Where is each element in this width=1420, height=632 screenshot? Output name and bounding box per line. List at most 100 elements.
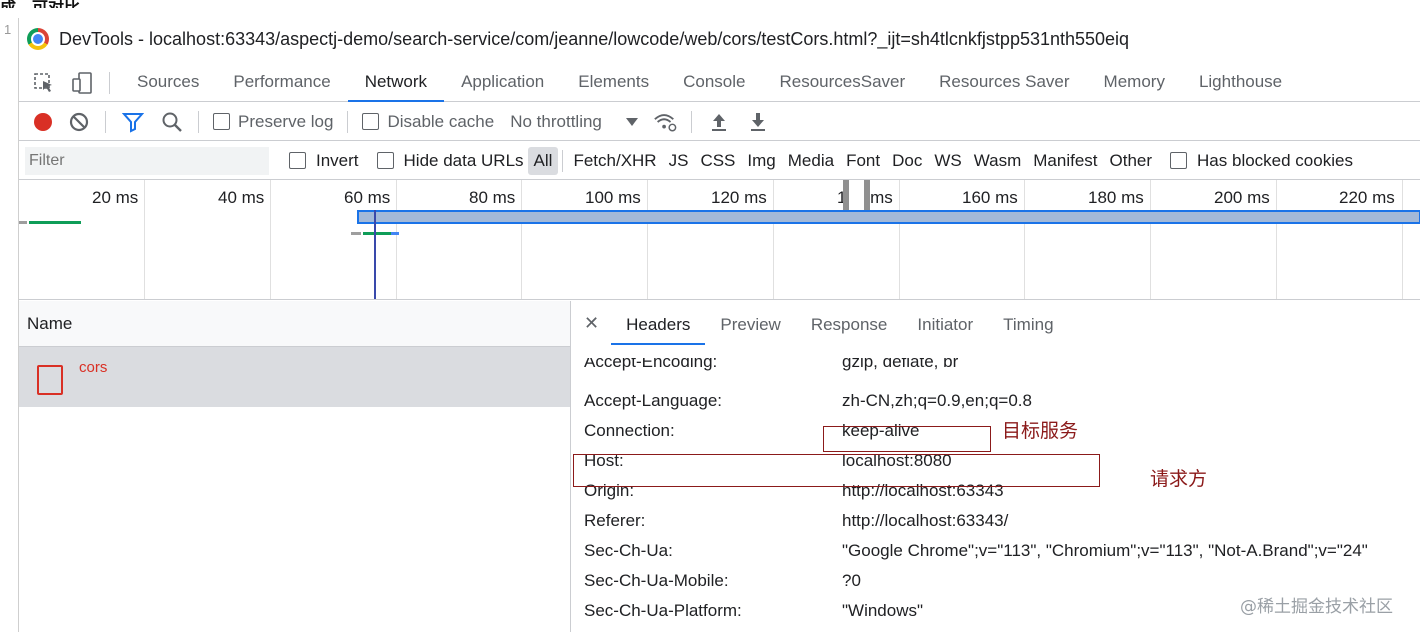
search-icon[interactable] xyxy=(160,110,184,134)
annotation-box-host xyxy=(823,426,991,452)
filter-type-img[interactable]: Img xyxy=(741,147,781,175)
annotation-requester: 请求方 xyxy=(1150,468,1208,490)
header-value: "Windows" xyxy=(842,601,924,620)
tab-console[interactable]: Console xyxy=(666,64,762,102)
dom-content-loaded-marker xyxy=(374,210,376,299)
filter-type-font[interactable]: Font xyxy=(840,147,886,175)
gridline xyxy=(1024,180,1025,299)
filter-type-css[interactable]: CSS xyxy=(694,147,741,175)
selected-request-bar[interactable] xyxy=(357,210,1420,224)
filter-icon[interactable] xyxy=(121,110,145,134)
network-toolbar: Preserve log Disable cache No throttling xyxy=(19,103,1420,141)
tab-lighthouse[interactable]: Lighthouse xyxy=(1182,64,1299,102)
header-key: Sec-Ch-Ua-Mobile: xyxy=(584,571,729,590)
filter-input[interactable] xyxy=(25,146,269,175)
header-key: Accept-Encoding: xyxy=(584,358,718,371)
filter-type-doc[interactable]: Doc xyxy=(886,147,928,175)
gridline xyxy=(270,180,271,299)
tick-label: 40 ms xyxy=(218,188,265,207)
tab-initiator[interactable]: Initiator xyxy=(902,301,988,345)
tab-application[interactable]: Application xyxy=(444,64,561,102)
tab-timing[interactable]: Timing xyxy=(988,301,1068,345)
header-row: Accept-Language: zh-CN,zh;q=0.9,en;q=0.8 xyxy=(572,387,1420,417)
header-row: Accept-Encoding: gzip, deflate, br xyxy=(572,358,1420,374)
tick-label: 100 ms xyxy=(585,188,641,207)
gridline xyxy=(521,180,522,299)
document-icon xyxy=(37,365,63,395)
network-conditions-icon[interactable] xyxy=(653,110,677,134)
table-row[interactable]: cors xyxy=(19,347,570,407)
header-value: gzip, deflate, br xyxy=(842,358,959,371)
chevron-down-icon[interactable] xyxy=(625,117,638,126)
filter-type-fetch-xhr[interactable]: Fetch/XHR xyxy=(567,147,662,175)
gridline xyxy=(899,180,900,299)
request-bar-queue xyxy=(19,221,27,224)
record-button[interactable] xyxy=(34,112,52,131)
import-har-icon[interactable] xyxy=(707,110,731,134)
invert-label: Invert xyxy=(316,150,359,170)
outer-document-fragment: 成，可对比一 1 xyxy=(0,0,80,632)
header-value: "Google Chrome";v="113", "Chromium";v="1… xyxy=(842,541,1368,560)
header-row: Referer: http://localhost:63343/ xyxy=(572,507,1420,537)
has-blocked-cookies-checkbox[interactable] xyxy=(1170,152,1188,169)
tab-response[interactable]: Response xyxy=(796,301,903,345)
export-har-icon[interactable] xyxy=(746,110,770,134)
header-key: Sec-Ch-Ua: xyxy=(584,541,673,560)
filter-type-other[interactable]: Other xyxy=(1104,147,1159,175)
filter-type-all[interactable]: All xyxy=(527,146,559,175)
title-bar: DevTools - localhost:63343/aspectj-demo/… xyxy=(19,18,1420,60)
hide-data-urls-checkbox[interactable] xyxy=(376,152,394,169)
clear-icon[interactable] xyxy=(67,110,91,134)
filter-type-manifest[interactable]: Manifest xyxy=(1027,147,1103,175)
tab-sources[interactable]: Sources xyxy=(120,64,216,102)
tab-network[interactable]: Network xyxy=(347,64,445,102)
disable-cache-label: Disable cache xyxy=(387,111,495,131)
tick-label: 200 ms xyxy=(1214,188,1270,207)
watermark: @稀土掘金技术社区 xyxy=(1240,597,1393,617)
gridline xyxy=(1402,180,1403,299)
filter-type-wasm[interactable]: Wasm xyxy=(968,147,1028,175)
request-bar-queue xyxy=(351,232,361,235)
tab-elements[interactable]: Elements xyxy=(561,64,666,102)
disable-cache-checkbox[interactable] xyxy=(362,113,380,130)
request-bar-download xyxy=(391,232,399,235)
preserve-log-label: Preserve log xyxy=(238,111,334,131)
timeline-handle[interactable] xyxy=(864,180,870,210)
device-toolbar-icon[interactable] xyxy=(69,70,95,96)
header-row: Connection: keep-alive xyxy=(572,417,1420,447)
throttling-select[interactable]: No throttling xyxy=(510,112,602,132)
header-value: http://localhost:63343/ xyxy=(842,511,1009,530)
gridline xyxy=(773,180,774,299)
name-column-header[interactable]: Name xyxy=(19,301,570,347)
filter-bar: Invert Hide data URLs All Fetch/XHR JS C… xyxy=(19,142,1420,180)
header-row: Sec-Fetch-Dest: empty xyxy=(572,627,1420,632)
gridline xyxy=(647,180,648,299)
filter-type-js[interactable]: JS xyxy=(663,147,695,175)
close-icon[interactable]: ✕ xyxy=(584,313,599,334)
header-row: Sec-Ch-Ua: "Google Chrome";v="113", "Chr… xyxy=(572,537,1420,567)
request-bar-waiting xyxy=(29,221,81,224)
inspect-element-icon[interactable] xyxy=(31,70,57,96)
preserve-log-checkbox[interactable] xyxy=(213,113,230,130)
gridline xyxy=(1276,180,1277,299)
filter-type-ws[interactable]: WS xyxy=(928,147,967,175)
header-key: Referer: xyxy=(584,511,646,530)
filter-type-media[interactable]: Media xyxy=(782,147,840,175)
header-key: Sec-Ch-Ua-Platform: xyxy=(584,601,742,620)
tab-separator xyxy=(109,71,110,94)
tab-memory[interactable]: Memory xyxy=(1087,64,1182,102)
timeline-handle[interactable] xyxy=(843,180,849,210)
tab-preview[interactable]: Preview xyxy=(705,301,795,345)
tab-resources-saver[interactable]: Resources Saver xyxy=(922,64,1086,102)
tab-performance[interactable]: Performance xyxy=(216,64,347,102)
hide-data-urls-label: Hide data URLs xyxy=(403,150,524,170)
annotation-box-origin xyxy=(573,454,1100,487)
invert-checkbox[interactable] xyxy=(289,152,306,169)
annotation-target-service: 目标服务 xyxy=(1002,420,1079,442)
request-bar-waiting xyxy=(363,232,391,235)
tick-label: 20 ms xyxy=(92,188,139,207)
tab-headers[interactable]: Headers xyxy=(611,301,706,345)
tab-resourcessaver[interactable]: ResourcesSaver xyxy=(762,64,922,102)
header-key: Connection: xyxy=(584,421,675,440)
network-overview[interactable]: 20 ms 40 ms 60 ms 80 ms 100 ms 120 ms 14… xyxy=(19,180,1420,300)
